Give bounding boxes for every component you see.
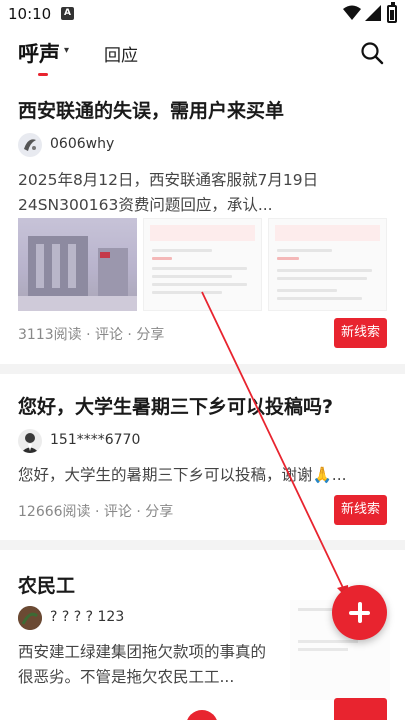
top-nav: 呼声 ▾ 回应 bbox=[0, 30, 405, 82]
battery-icon bbox=[387, 2, 397, 23]
avatar[interactable] bbox=[18, 429, 42, 453]
new-lead-button[interactable]: 新线索 bbox=[334, 495, 387, 525]
author-name[interactable]: 0606why bbox=[50, 136, 114, 152]
app-screen: 10:10 A 呼声 ▾ 回应 西安联通的失误，需用户来买单 0606why 2… bbox=[0, 0, 405, 720]
search-icon[interactable] bbox=[360, 41, 384, 65]
post-stats: 12666阅读 · 评论 · 分享 bbox=[18, 504, 174, 520]
author-name[interactable]: ? ? ? ? 123 bbox=[50, 609, 124, 625]
section-divider bbox=[0, 540, 405, 550]
avatar[interactable] bbox=[18, 133, 42, 157]
section-divider bbox=[0, 364, 405, 374]
chevron-down-icon[interactable]: ▾ bbox=[64, 45, 69, 56]
tab-responses[interactable]: 回应 bbox=[104, 41, 138, 66]
tab-voices[interactable]: 呼声 bbox=[18, 38, 60, 68]
post-excerpt[interactable]: 2025年8月12日，西安联通客服就7月19日24SN300163资费问题回应，… bbox=[18, 168, 388, 218]
post-stats: 3113阅读 · 评论 · 分享 bbox=[18, 327, 165, 343]
add-post-button[interactable] bbox=[332, 585, 387, 640]
post-excerpt[interactable]: 您好，大学生的暑期三下乡可以投稿，谢谢🙏... bbox=[18, 463, 388, 488]
new-lead-button-partial[interactable] bbox=[334, 698, 387, 720]
post-excerpt[interactable]: 西安建工绿建集团拖欠款项的事真的很恶劣。不管是拖欠农民工工... bbox=[18, 640, 276, 690]
status-bar: 10:10 A bbox=[0, 0, 405, 30]
notification-icon: A bbox=[61, 7, 74, 20]
signal-icon bbox=[365, 5, 381, 21]
active-tab-indicator bbox=[38, 73, 48, 76]
new-lead-button[interactable]: 新线索 bbox=[334, 318, 387, 348]
wifi-icon bbox=[343, 5, 361, 20]
status-time: 10:10 bbox=[8, 5, 52, 23]
avatar[interactable] bbox=[18, 606, 42, 630]
post-title[interactable]: 您好，大学生暑期三下乡可以投稿吗? bbox=[18, 392, 333, 419]
post-image-document[interactable] bbox=[143, 218, 262, 311]
post-title[interactable]: 西安联通的失误，需用户来买单 bbox=[18, 96, 284, 123]
post-title[interactable]: 农民工 bbox=[18, 571, 75, 598]
author-name[interactable]: 151****6770 bbox=[50, 432, 140, 448]
post-image-document[interactable] bbox=[268, 218, 387, 311]
post-image-photo[interactable] bbox=[18, 218, 137, 311]
